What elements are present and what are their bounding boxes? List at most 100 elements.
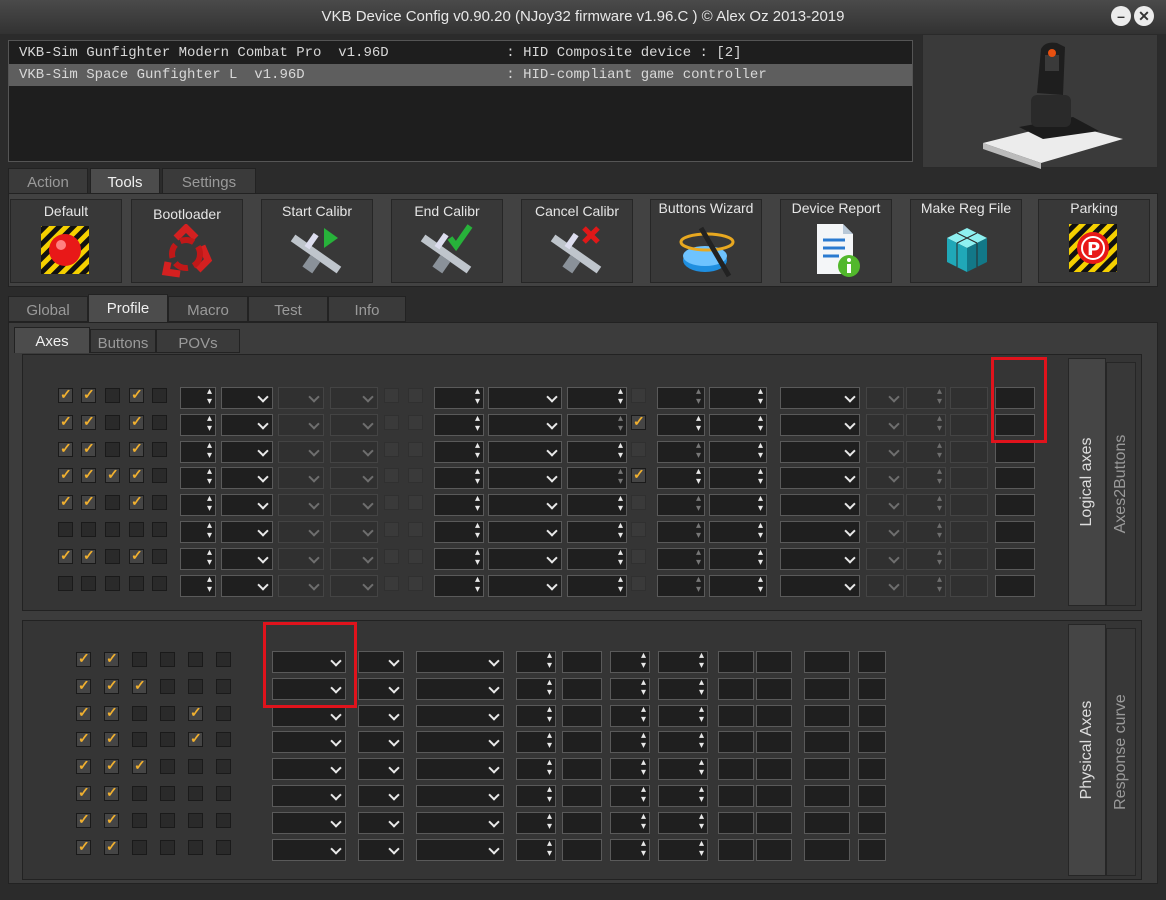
ext-checkbox[interactable]	[216, 840, 231, 855]
ext-checkbox[interactable]	[216, 813, 231, 828]
cancel-calibr-button[interactable]: Cancel Calibr	[521, 199, 633, 283]
tab-axes2buttons[interactable]: Axes2Buttons	[1106, 362, 1136, 606]
dir-checkbox[interactable]	[160, 840, 175, 855]
tab-povs[interactable]: POVs	[156, 329, 240, 353]
r-checkbox[interactable]	[132, 757, 147, 774]
bias-field[interactable]	[804, 731, 850, 753]
center-checkbox[interactable]	[129, 413, 144, 430]
tab-physical-axes[interactable]: Physical Axes	[1068, 624, 1106, 876]
invert-checkbox[interactable]	[105, 576, 120, 591]
center-checkbox[interactable]	[129, 547, 144, 564]
combine-dropdown[interactable]	[780, 467, 860, 489]
acl-checkbox[interactable]	[104, 838, 119, 855]
tab-test[interactable]: Test	[248, 296, 328, 322]
input-dropdown[interactable]	[416, 651, 504, 673]
hid-usage-dropdown[interactable]	[488, 441, 562, 463]
dir-checkbox[interactable]	[160, 786, 175, 801]
tab-tools[interactable]: Tools	[90, 168, 160, 194]
kdlo-field[interactable]	[756, 758, 792, 780]
acl-checkbox[interactable]	[104, 704, 119, 721]
axid-spinner[interactable]	[180, 414, 216, 436]
acn-checkbox[interactable]	[76, 784, 91, 801]
mpl-spinner[interactable]	[658, 705, 708, 727]
dz-hi-spinner[interactable]	[709, 521, 767, 543]
2d-checkbox[interactable]	[631, 442, 646, 457]
r-checkbox[interactable]	[152, 495, 167, 510]
mode-dropdown[interactable]	[358, 705, 404, 727]
close-button[interactable]: ✕	[1134, 6, 1154, 26]
thr-field[interactable]	[562, 651, 602, 673]
precis-spinner[interactable]	[434, 441, 484, 463]
base-field[interactable]	[858, 731, 886, 753]
parking-button[interactable]: Parking P	[1038, 199, 1150, 283]
input-dropdown[interactable]	[416, 785, 504, 807]
axx-spinner[interactable]	[657, 441, 705, 463]
mpl-spinner[interactable]	[658, 651, 708, 673]
center-checkbox[interactable]	[129, 576, 144, 591]
ext-checkbox[interactable]	[216, 706, 231, 721]
dz-hi-spinner[interactable]	[709, 414, 767, 436]
acn-checkbox[interactable]	[76, 757, 91, 774]
visible-checkbox[interactable]	[81, 466, 96, 483]
precis-spinner[interactable]	[434, 414, 484, 436]
enable-checkbox[interactable]	[58, 466, 73, 483]
hf-spinner[interactable]	[610, 731, 650, 753]
axid-spinner[interactable]	[180, 441, 216, 463]
dz-lo-spinner[interactable]	[567, 441, 627, 463]
dz-lo-spinner[interactable]	[567, 494, 627, 516]
axx-spinner[interactable]	[657, 494, 705, 516]
input-dropdown[interactable]	[416, 678, 504, 700]
eq-checkbox[interactable]	[188, 704, 203, 721]
r-checkbox[interactable]	[152, 576, 167, 591]
axid-spinner[interactable]	[180, 575, 216, 597]
thr-field[interactable]	[562, 705, 602, 727]
hf-spinner[interactable]	[610, 758, 650, 780]
filter-spinner[interactable]	[516, 678, 556, 700]
filter-spinner[interactable]	[516, 705, 556, 727]
visible-checkbox[interactable]	[81, 386, 96, 403]
input-dropdown[interactable]	[416, 839, 504, 861]
buttons-wizard-button[interactable]: Buttons Wizard	[650, 199, 762, 283]
dz-hi-spinner[interactable]	[709, 548, 767, 570]
axx-spinner[interactable]	[657, 575, 705, 597]
kdhi-field[interactable]	[718, 812, 754, 834]
center-checkbox[interactable]	[129, 440, 144, 457]
mode-dropdown[interactable]	[221, 387, 273, 409]
kdlo-field[interactable]	[756, 785, 792, 807]
base-field[interactable]	[858, 651, 886, 673]
visible-checkbox[interactable]	[81, 547, 96, 564]
thr-field[interactable]	[562, 731, 602, 753]
dir-checkbox[interactable]	[160, 706, 175, 721]
invert-checkbox[interactable]	[105, 549, 120, 564]
combine-dropdown[interactable]	[780, 548, 860, 570]
acn-checkbox[interactable]	[76, 811, 91, 828]
ext-checkbox[interactable]	[216, 732, 231, 747]
tab-buttons[interactable]: Buttons	[90, 329, 156, 353]
bias-field[interactable]	[804, 678, 850, 700]
default-button[interactable]: Default	[10, 199, 122, 283]
combine-dropdown[interactable]	[780, 387, 860, 409]
visible-checkbox[interactable]	[81, 522, 96, 537]
make-reg-file-button[interactable]: Make Reg File	[910, 199, 1022, 283]
mode-dropdown[interactable]	[221, 521, 273, 543]
center-checkbox[interactable]	[129, 466, 144, 483]
dz-lo-spinner[interactable]	[567, 387, 627, 409]
device-row[interactable]: VKB-Sim Gunfighter Modern Combat Pro v1.…	[9, 42, 912, 64]
dz-lo-spinner[interactable]	[567, 467, 627, 489]
thr-field[interactable]	[562, 812, 602, 834]
2d-checkbox[interactable]	[631, 413, 646, 430]
fa3-value-field[interactable]	[995, 548, 1035, 570]
precis-spinner[interactable]	[434, 548, 484, 570]
acl-checkbox[interactable]	[104, 677, 119, 694]
trimmer-dropdown[interactable]	[272, 705, 346, 727]
kdlo-field[interactable]	[756, 839, 792, 861]
fa3-value-field[interactable]	[995, 467, 1035, 489]
filter-spinner[interactable]	[516, 839, 556, 861]
mpl-spinner[interactable]	[658, 812, 708, 834]
r-checkbox[interactable]	[132, 732, 147, 747]
bias-field[interactable]	[804, 785, 850, 807]
base-field[interactable]	[858, 839, 886, 861]
bias-field[interactable]	[804, 812, 850, 834]
visible-checkbox[interactable]	[81, 576, 96, 591]
enable-checkbox[interactable]	[58, 576, 73, 591]
